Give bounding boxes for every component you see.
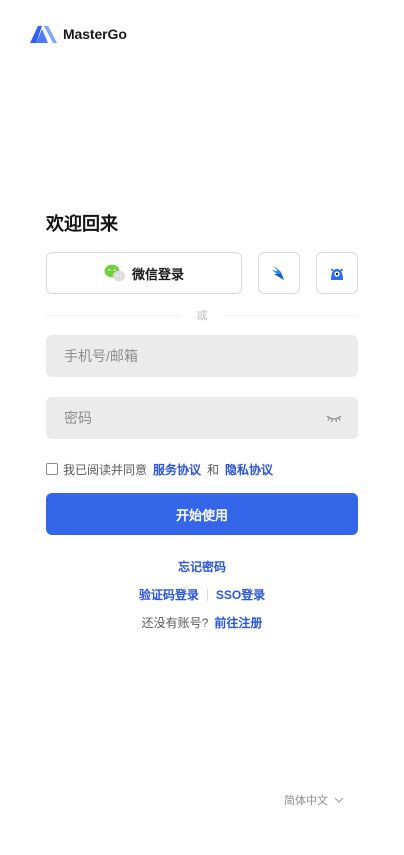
agreement-and-text: 和 [207, 462, 220, 477]
divider-text: 或 [196, 310, 208, 322]
terms-link[interactable]: 服务协议 [153, 461, 201, 478]
wechat-login-button[interactable]: 微信登录 [46, 252, 242, 294]
eye-closed-icon [326, 415, 342, 423]
divider-line-right [223, 314, 358, 316]
chevron-down-icon [334, 797, 344, 803]
register-link[interactable]: 前往注册 [214, 616, 262, 630]
lanhu-icon [331, 268, 343, 280]
language-selector[interactable]: 简体中文 [284, 792, 344, 808]
signup-row: 还没有账号? 前往注册 [0, 614, 404, 631]
language-label: 简体中文 [284, 795, 328, 807]
page-title: 欢迎回来 [46, 214, 118, 234]
wechat-login-label: 微信登录 [131, 266, 184, 282]
brand-logo[interactable]: MasterGo [30, 24, 127, 44]
divider-line-left [46, 314, 181, 316]
account-input[interactable] [46, 335, 358, 377]
agreement-row: 我已阅读并同意 服务协议 和 隐私协议 [46, 461, 273, 477]
alternate-login-separator [206, 588, 208, 601]
agreement-text: 我已阅读并同意 [63, 462, 148, 477]
password-input[interactable] [46, 397, 358, 439]
privacy-link[interactable]: 隐私协议 [225, 461, 273, 478]
agreement-checkbox[interactable] [46, 463, 58, 475]
code-login-link[interactable]: 验证码登录 [139, 586, 199, 603]
mastergo-logo-icon [30, 26, 57, 43]
brand-name: MasterGo [63, 26, 127, 42]
sso-login-link[interactable]: SSO登录 [216, 586, 265, 603]
start-button[interactable]: 开始使用 [46, 493, 358, 535]
forgot-password-link[interactable]: 忘记密码 [178, 560, 226, 574]
lanhu-login-button[interactable] [316, 252, 358, 294]
alternate-login-row: 验证码登录 SSO登录 [0, 586, 404, 603]
feishu-icon [272, 266, 284, 280]
feishu-login-button[interactable] [258, 252, 300, 294]
or-divider: 或 [46, 308, 358, 322]
forgot-password-row: 忘记密码 [0, 558, 404, 575]
no-account-text: 还没有账号? [141, 616, 209, 630]
password-visibility-toggle[interactable] [326, 412, 342, 424]
wechat-icon [104, 264, 126, 282]
